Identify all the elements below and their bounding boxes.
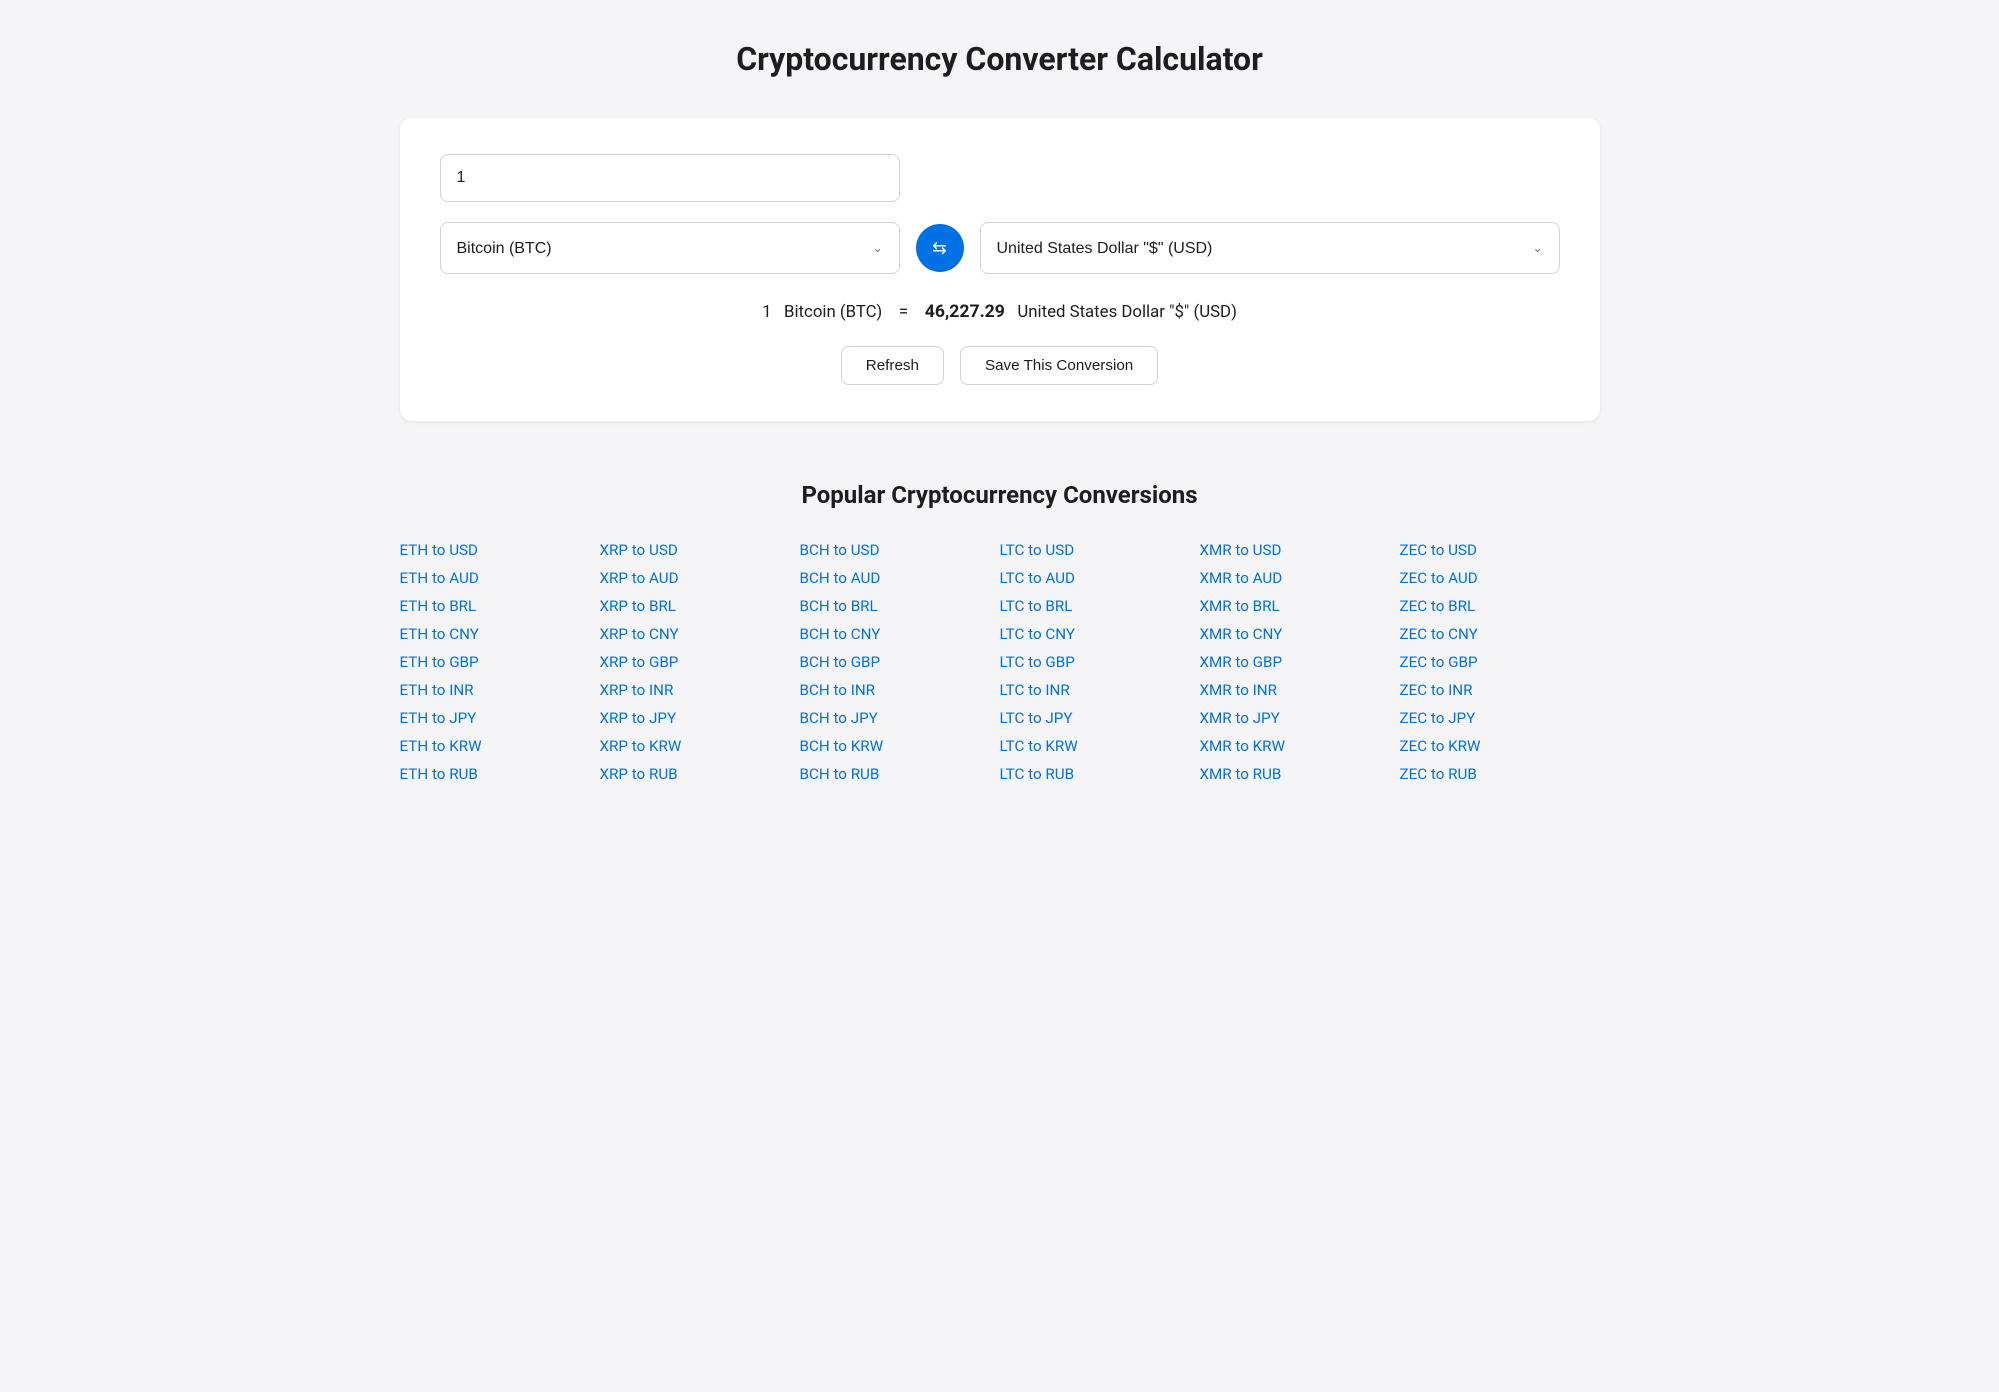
conversion-link[interactable]: LTC to JPY (1000, 709, 1200, 727)
conversion-link[interactable]: ETH to KRW (400, 737, 600, 755)
conversion-link[interactable]: ETH to JPY (400, 709, 600, 727)
result-row: 1 Bitcoin (BTC) = 46,227.29 United State… (440, 302, 1560, 322)
swap-icon: ⇆ (932, 238, 947, 259)
converter-card: Bitcoin (BTC) ⌄ ⇆ United States Dollar "… (400, 118, 1600, 421)
to-chevron-icon: ⌄ (1532, 241, 1542, 255)
conversion-link[interactable]: ZEC to GBP (1400, 653, 1600, 671)
conversion-link[interactable]: XRP to RUB (600, 765, 800, 783)
conversion-link[interactable]: ETH to USD (400, 541, 600, 559)
conversion-link[interactable]: XRP to CNY (600, 625, 800, 643)
conversion-link[interactable]: LTC to KRW (1000, 737, 1200, 755)
conversion-link[interactable]: ETH to CNY (400, 625, 600, 643)
result-from-label: Bitcoin (BTC) (784, 302, 882, 322)
conversion-link[interactable]: BCH to RUB (800, 765, 1000, 783)
conversion-link[interactable]: ZEC to RUB (1400, 765, 1600, 783)
conversion-link[interactable]: XMR to AUD (1200, 569, 1400, 587)
conversion-column-col-bch: BCH to USD BCH to AUD BCH to BRL BCH to CNY… (800, 541, 1000, 783)
conversion-link[interactable]: BCH to USD (800, 541, 1000, 559)
result-to-label: United States Dollar "$" (USD) (1017, 302, 1237, 322)
conversion-link[interactable]: XMR to CNY (1200, 625, 1400, 643)
conversion-link[interactable]: XRP to AUD (600, 569, 800, 587)
conversion-link[interactable]: LTC to GBP (1000, 653, 1200, 671)
conversion-column-col-ltc: LTC to USD LTC to AUD LTC to BRL LTC to CNY… (1000, 541, 1200, 783)
conversion-link[interactable]: ETH to RUB (400, 765, 600, 783)
conversions-grid: ETH to USD ETH to AUD ETH to BRL ETH to CNY… (400, 541, 1600, 783)
conversion-link[interactable]: LTC to RUB (1000, 765, 1200, 783)
conversion-column-col-xmr: XMR to USD XMR to AUD XMR to BRL XMR to CNY… (1200, 541, 1400, 783)
conversion-column-col-zec: ZEC to USD ZEC to AUD ZEC to BRL ZEC to CNY… (1400, 541, 1600, 783)
selectors-row: Bitcoin (BTC) ⌄ ⇆ United States Dollar "… (440, 222, 1560, 274)
conversion-link[interactable]: BCH to CNY (800, 625, 1000, 643)
conversion-link[interactable]: XRP to KRW (600, 737, 800, 755)
conversion-link[interactable]: BCH to BRL (800, 597, 1000, 615)
page-title: Cryptocurrency Converter Calculator (60, 40, 1939, 78)
conversion-link[interactable]: ZEC to USD (1400, 541, 1600, 559)
conversion-link[interactable]: LTC to CNY (1000, 625, 1200, 643)
result-equals: = (899, 302, 908, 322)
to-currency-select[interactable]: United States Dollar "$" (USD) (997, 240, 1525, 257)
conversion-link[interactable]: ZEC to KRW (1400, 737, 1600, 755)
conversion-link[interactable]: XRP to USD (600, 541, 800, 559)
conversion-link[interactable]: BCH to INR (800, 681, 1000, 699)
conversion-link[interactable]: XMR to GBP (1200, 653, 1400, 671)
conversion-column-col-eth: ETH to USD ETH to AUD ETH to BRL ETH to CNY… (400, 541, 600, 783)
conversion-link[interactable]: XRP to INR (600, 681, 800, 699)
amount-input[interactable] (440, 154, 900, 202)
result-to-qty: 46,227.29 (925, 302, 1005, 322)
actions-row: Refresh Save This Conversion (440, 346, 1560, 385)
conversion-link[interactable]: XRP to JPY (600, 709, 800, 727)
conversion-link[interactable]: LTC to AUD (1000, 569, 1200, 587)
conversion-link[interactable]: ETH to AUD (400, 569, 600, 587)
conversion-column-col-xrp: XRP to USD XRP to AUD XRP to BRL XRP to CNY… (600, 541, 800, 783)
conversion-link[interactable]: BCH to AUD (800, 569, 1000, 587)
swap-button[interactable]: ⇆ (916, 224, 964, 272)
conversion-link[interactable]: ZEC to JPY (1400, 709, 1600, 727)
conversion-link[interactable]: XMR to JPY (1200, 709, 1400, 727)
conversion-link[interactable]: XMR to RUB (1200, 765, 1400, 783)
conversion-link[interactable]: ZEC to BRL (1400, 597, 1600, 615)
conversion-link[interactable]: LTC to INR (1000, 681, 1200, 699)
conversion-link[interactable]: ZEC to AUD (1400, 569, 1600, 587)
conversion-link[interactable]: ETH to GBP (400, 653, 600, 671)
conversion-link[interactable]: ZEC to INR (1400, 681, 1600, 699)
conversion-link[interactable]: ETH to INR (400, 681, 600, 699)
refresh-button[interactable]: Refresh (841, 346, 944, 385)
conversion-link[interactable]: XMR to KRW (1200, 737, 1400, 755)
popular-section: Popular Cryptocurrency Conversions ETH t… (400, 481, 1600, 783)
result-from-qty: 1 (762, 302, 771, 322)
to-currency-wrapper: United States Dollar "$" (USD) ⌄ (980, 222, 1560, 274)
conversion-link[interactable]: LTC to USD (1000, 541, 1200, 559)
conversion-link[interactable]: XRP to BRL (600, 597, 800, 615)
conversion-link[interactable]: LTC to BRL (1000, 597, 1200, 615)
conversion-link[interactable]: XRP to GBP (600, 653, 800, 671)
conversion-link[interactable]: XMR to USD (1200, 541, 1400, 559)
conversion-link[interactable]: BCH to KRW (800, 737, 1000, 755)
popular-title: Popular Cryptocurrency Conversions (400, 481, 1600, 509)
save-conversion-button[interactable]: Save This Conversion (960, 346, 1158, 385)
conversion-link[interactable]: XMR to INR (1200, 681, 1400, 699)
from-currency-wrapper: Bitcoin (BTC) ⌄ (440, 222, 900, 274)
conversion-link[interactable]: BCH to GBP (800, 653, 1000, 671)
from-currency-select[interactable]: Bitcoin (BTC) (457, 240, 865, 257)
conversion-link[interactable]: ZEC to CNY (1400, 625, 1600, 643)
conversion-link[interactable]: ETH to BRL (400, 597, 600, 615)
conversion-link[interactable]: BCH to JPY (800, 709, 1000, 727)
conversion-link[interactable]: XMR to BRL (1200, 597, 1400, 615)
from-chevron-icon: ⌄ (872, 241, 882, 255)
